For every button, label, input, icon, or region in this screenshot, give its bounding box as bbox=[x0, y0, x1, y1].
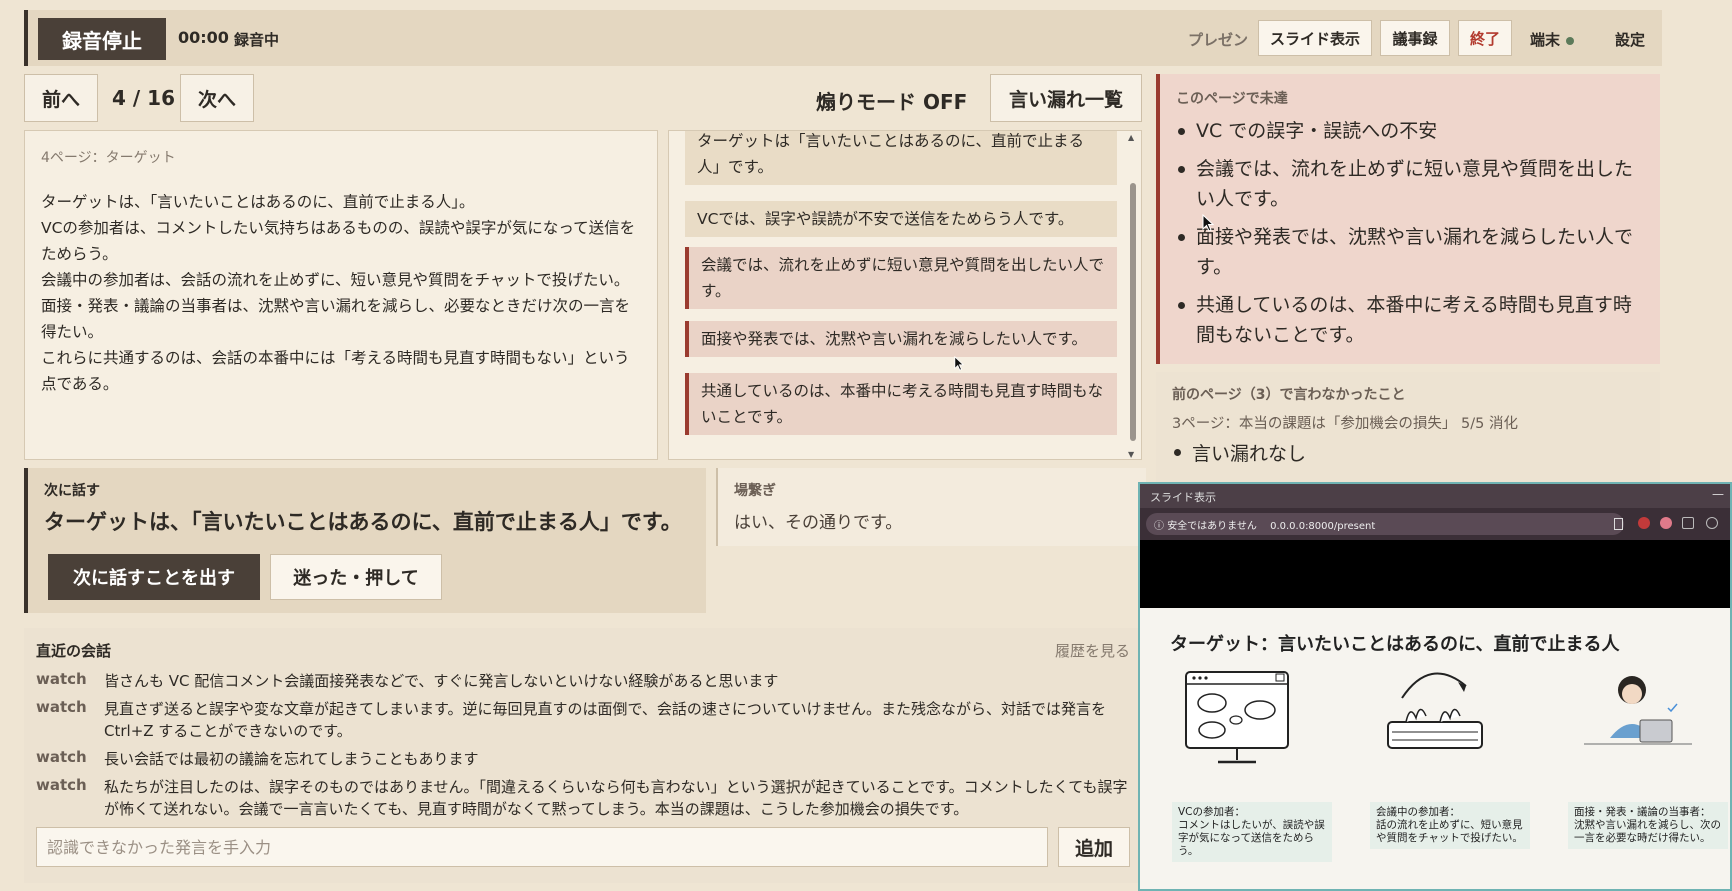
manual-utterance-input[interactable] bbox=[36, 827, 1048, 867]
script-line: 会議中の参加者は、会話の流れを止めずに、短い意見や質問をチャットで投げたい。 bbox=[41, 271, 630, 289]
popup-title-bar[interactable]: スライド表示 — bbox=[1140, 484, 1730, 508]
terminal-status[interactable]: 端末 bbox=[1530, 29, 1575, 50]
message-text: 私たちが注目したのは、誤字そのものではありません。「間違えるくらいなら何も言わな… bbox=[104, 778, 1128, 818]
sentence-item[interactable]: VCでは、誤字や誤読が不安で送信をためらう人です。 bbox=[685, 201, 1117, 237]
speaker-label: watch bbox=[36, 748, 87, 766]
shield-extension-icon[interactable] bbox=[1638, 517, 1650, 529]
previous-item: 言い漏れなし bbox=[1172, 439, 1644, 466]
sentence-item-missed[interactable]: 会議では、流れを止めずに短い意見や質問を出したい人です。 bbox=[685, 247, 1117, 309]
missed-item: 共通しているのは、本番中に考える時間も見直す時間もないことです。 bbox=[1176, 290, 1644, 350]
window-extension-icon[interactable] bbox=[1682, 517, 1694, 529]
sentence-scrollbar[interactable]: ▲ ▼ bbox=[1127, 131, 1139, 459]
history-link[interactable]: 履歴を見る bbox=[1055, 640, 1130, 661]
missed-list: VC での誤字・誤読への不安 会議では、流れを止めずに短い意見や質問を出したい人… bbox=[1176, 116, 1644, 350]
next-speak-text: ターゲットは、「言いたいことはあるのに、直前で止まる人」です。 bbox=[44, 510, 682, 534]
filler-text: はい、その通りです。 bbox=[734, 513, 903, 533]
slide-title: ターゲット：言いたいことはあるのに、直前で止まる人 bbox=[1170, 634, 1620, 655]
stop-recording-button[interactable]: 録音停止 bbox=[38, 18, 166, 60]
info-icon: ⓘ bbox=[1154, 521, 1168, 532]
slide-display-button[interactable]: スライド表示 bbox=[1258, 20, 1372, 56]
sentence-item[interactable]: ターゲットは「言いたいことはあるのに、直前で止まる人」です。 bbox=[685, 131, 1117, 185]
show-next-button[interactable]: 次に話すことを出す bbox=[48, 554, 260, 600]
mouse-cursor-icon bbox=[954, 356, 964, 371]
speaker-label: watch bbox=[36, 670, 87, 688]
minutes-button[interactable]: 議事録 bbox=[1380, 20, 1450, 56]
next-page-button[interactable]: 次へ bbox=[180, 74, 254, 122]
monitor-chat-icon bbox=[1185, 671, 1289, 764]
terminal-label: 端末 bbox=[1530, 31, 1561, 49]
sentence-item-missed[interactable]: 共通しているのは、本番中に考える時間も見直す時間もないことです。 bbox=[685, 373, 1117, 435]
recording-timer: 00:00 bbox=[178, 28, 229, 47]
sentence-item-missed[interactable]: 面接や発表では、沈黙や言い漏れを減らしたい人です。 bbox=[685, 321, 1117, 357]
popup-url-bar: ⓘ 安全ではありません 0.0.0.0:8000/present bbox=[1140, 508, 1730, 540]
minimize-icon[interactable]: — bbox=[1712, 487, 1724, 501]
slide-caption: 面接・発表・議論の当事者： 沈黙や言い漏れを減らし、次の一言を必要な時だけ得たい… bbox=[1568, 802, 1728, 849]
filler-title: 場繋ぎ bbox=[734, 483, 776, 499]
popup-title: スライド表示 bbox=[1150, 491, 1216, 504]
speaker-label: watch bbox=[36, 698, 87, 716]
script-line: これらに共通するのは、会話の本番中には「考える時間も見直す時間もない」という点で… bbox=[41, 349, 630, 393]
url-field[interactable]: ⓘ 安全ではありません 0.0.0.0:8000/present bbox=[1146, 513, 1624, 535]
mode-label: プレゼン bbox=[1188, 31, 1249, 49]
bookmark-icon[interactable] bbox=[1614, 518, 1623, 530]
star-extension-icon[interactable] bbox=[1660, 517, 1672, 529]
missed-item: VC での誤字・誤読への不安 bbox=[1176, 116, 1644, 146]
message-text: 長い会話では最初の議論を忘れてしまうこともあります bbox=[104, 750, 479, 768]
missed-panel: このページで未達 VC での誤字・誤読への不安 会議では、流れを止めずに短い意見… bbox=[1156, 74, 1660, 364]
page-indicator: 4 / 16 bbox=[112, 86, 175, 110]
script-line: 面接・発表・議論の当事者は、沈黙や言い漏れを減らし、必要なときだけ次の一言を得た… bbox=[41, 297, 631, 341]
connection-dot-icon bbox=[1566, 36, 1575, 45]
conversation-title: 直近の会話 bbox=[36, 642, 112, 660]
typing-keyboard-icon bbox=[1387, 672, 1483, 749]
prev-page-button[interactable]: 前へ bbox=[24, 74, 98, 122]
message-text: 見直さず送ると誤字や変な文章が起きてしまいます。逆に毎回見直すのは面倒で、会話の… bbox=[104, 700, 1107, 740]
scroll-up-icon[interactable]: ▲ bbox=[1128, 133, 1134, 142]
missed-item: 面接や発表では、沈黙や言い漏れを減らしたい人です。 bbox=[1176, 222, 1644, 282]
next-speak-panel: 次に話す ターゲットは、「言いたいことはあるのに、直前で止まる人」です。 次に話… bbox=[24, 468, 706, 613]
slide-caption: 会議中の参加者： 話の流れを止めずに、短い意見や質問をチャットで投げたい。 bbox=[1370, 802, 1530, 849]
recording-status: 録音中 bbox=[234, 31, 280, 49]
sentence-list[interactable]: ターゲットは「言いたいことはあるのに、直前で止まる人」です。 VCでは、誤字や誤… bbox=[668, 130, 1142, 460]
top-bar: 録音停止 00:00 録音中 プレゼン スライド表示 議事録 終了 端末 設定 bbox=[24, 10, 1662, 66]
missed-title: このページで未達 bbox=[1176, 91, 1288, 107]
slide-letterbox bbox=[1140, 540, 1730, 608]
scroll-thumb[interactable] bbox=[1130, 183, 1136, 441]
previous-title: 前のページ（3）で言わなかったこと bbox=[1172, 387, 1406, 403]
conversation-panel: 直近の会話 履歴を見る watch 皆さんも VC 配信コメント会議面接発表など… bbox=[24, 628, 1144, 883]
script-panel: 4ページ：ターゲット ターゲットは、「言いたいことはあるのに、直前で止まる人」。… bbox=[24, 130, 658, 460]
add-button[interactable]: 追加 bbox=[1058, 827, 1130, 867]
blocked-extension-icon[interactable] bbox=[1706, 517, 1718, 529]
slide-popup-window[interactable]: スライド表示 — ⓘ 安全ではありません 0.0.0.0:8000/presen… bbox=[1138, 482, 1732, 891]
stuck-button[interactable]: 迷った・押して bbox=[270, 554, 442, 600]
slide-caption: VCの参加者： コメントはしたいが、誤読や誤字が気になって送信をためらう。 bbox=[1172, 802, 1332, 862]
not-secure-label: ⓘ 安全ではありません bbox=[1154, 521, 1257, 532]
previous-subtitle: 3ページ：本当の課題は「参加機会の損失」 5/5 消化 bbox=[1172, 416, 1518, 432]
person-laptop-icon bbox=[1584, 676, 1692, 745]
speaker-label: watch bbox=[36, 776, 87, 794]
mouse-cursor-icon bbox=[1202, 214, 1214, 232]
end-button[interactable]: 終了 bbox=[1458, 20, 1512, 56]
aori-mode-toggle[interactable]: 煽りモード OFF bbox=[816, 86, 967, 115]
script-title: 4ページ：ターゲット bbox=[41, 150, 176, 166]
slide-preview: ターゲット：言いたいことはあるのに、直前で止まる人 VCの参加者： コメントはし… bbox=[1140, 608, 1730, 889]
script-line: ターゲットは、「言いたいことはあるのに、直前で止まる人」。 bbox=[41, 193, 475, 211]
url-text: 0.0.0.0:8000/present bbox=[1270, 521, 1376, 532]
previous-page-panel: 前のページ（3）で言わなかったこと 3ページ：本当の課題は「参加機会の損失」 5… bbox=[1156, 372, 1660, 482]
missed-item: 会議では、流れを止めずに短い意見や質問を出したい人です。 bbox=[1176, 154, 1644, 214]
filler-panel: 場繋ぎ はい、その通りです。 bbox=[716, 468, 1146, 546]
message-text: 皆さんも VC 配信コメント会議面接発表などで、すぐに発言しないといけない経験が… bbox=[104, 672, 779, 690]
settings-button[interactable]: 設定 bbox=[1615, 29, 1645, 50]
next-speak-title: 次に話す bbox=[44, 483, 100, 499]
scroll-down-icon[interactable]: ▼ bbox=[1128, 450, 1134, 459]
script-line: VCの参加者は、コメントしたい気持ちはあるものの、誤読や誤字が気になって送信をた… bbox=[41, 219, 636, 263]
missed-list-button[interactable]: 言い漏れ一覧 bbox=[990, 74, 1142, 122]
